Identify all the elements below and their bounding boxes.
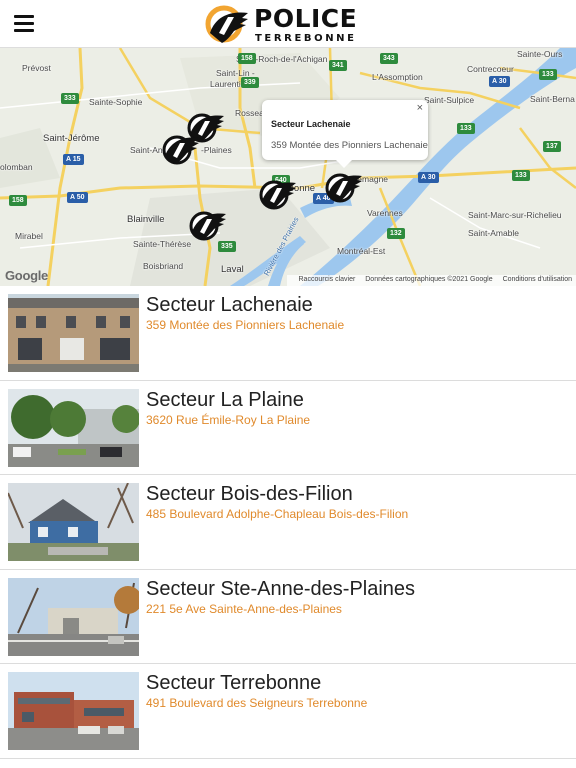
list-item[interactable]: Secteur La Plaine 3620 Rue Émile-Roy La … [0, 381, 576, 475]
google-logo[interactable]: Google [5, 268, 48, 283]
map-label: olomban [0, 162, 33, 172]
map-attribution: Raccourcis clavier Données cartographiqu… [286, 275, 576, 286]
logo-wordmark: POLICE [254, 4, 358, 33]
map-label: Contrecoeur [467, 64, 514, 74]
station-photo [8, 577, 139, 656]
hamburger-icon[interactable] [14, 15, 34, 33]
station-address: 359 Montée des Pionniers Lachenaie [146, 318, 345, 332]
map-label: Saint-Jérôme [43, 133, 100, 144]
map-label: Saint-Sulpice [424, 95, 475, 105]
list-item[interactable]: Secteur Ste-Anne-des-Plaines 221 5e Ave … [0, 570, 576, 664]
station-photo [8, 294, 139, 372]
route-shield: 137 [543, 141, 561, 152]
route-shield: 133 [539, 69, 557, 80]
station-photo [8, 672, 139, 750]
map-label: Boisbriand [143, 261, 184, 271]
close-icon[interactable]: × [417, 102, 423, 114]
route-shield: 333 [61, 93, 79, 104]
station-address: 491 Boulevard des Seigneurs Terrebonne [146, 696, 368, 710]
station-marker[interactable] [161, 130, 201, 166]
route-shield: 132 [387, 228, 405, 239]
terms-link[interactable]: Conditions d'utilisation [503, 276, 572, 283]
station-name: Secteur Ste-Anne-des-Plaines [146, 577, 416, 600]
map-label: L'Assomption [372, 72, 423, 82]
map-label: Sainte-Ours [517, 49, 563, 59]
map-view[interactable]: Prévost Saint-Lin - Laurentides L'Assomp… [0, 48, 576, 286]
route-shield: 341 [329, 60, 347, 71]
map-label: Sainte-Thérèse [133, 239, 192, 249]
logo-subtitle: TERREBONNE [255, 33, 357, 44]
route-shield: 133 [512, 170, 530, 181]
map-info-popup: × Secteur Lachenaie 359 Montée des Pionn… [262, 100, 428, 168]
route-shield: 158 [9, 195, 27, 206]
police-emblem-icon [205, 5, 248, 43]
map-label: Mirabel [15, 231, 43, 241]
route-shield: 335 [218, 241, 236, 252]
station-name: Secteur Bois-des-Filion [146, 483, 353, 505]
station-list: Secteur Lachenaie 359 Montée des Pionnie… [0, 286, 576, 759]
station-photo [8, 483, 139, 561]
station-address: 3620 Rue Émile-Roy La Plaine [146, 412, 311, 427]
station-name: Secteur Terrebonne [146, 672, 322, 694]
station-marker[interactable] [188, 206, 228, 242]
station-address: 221 5e Ave Sainte-Anne-des-Plaines [146, 601, 342, 616]
map-label: Sainte-Sophie [89, 97, 143, 107]
map-label: Blainville [127, 214, 165, 225]
map-label: -Plaines [201, 145, 232, 155]
route-shield: A 30 [418, 172, 439, 183]
route-shield: 133 [457, 123, 475, 134]
map-label: Montréal-Est [337, 246, 386, 256]
station-name: Secteur Lachenaie [146, 294, 313, 316]
list-item[interactable]: Secteur Bois-des-Filion 485 Boulevard Ad… [0, 475, 576, 570]
route-shield: 343 [380, 53, 398, 64]
map-label: Saint-Marc-sur-Richelieu [468, 210, 562, 220]
route-shield: 158 [238, 53, 256, 64]
list-item[interactable]: Secteur Terrebonne 491 Boulevard des Sei… [0, 664, 576, 759]
station-marker[interactable] [324, 168, 364, 204]
police-logo: POLICE TERREBONNE [204, 3, 374, 45]
map-label: Prévost [22, 63, 51, 73]
popup-title: Secteur Lachenaie [271, 119, 351, 129]
popup-address: 359 Montée des Pionniers Lachenaie [271, 140, 428, 151]
app-header: POLICE TERREBONNE [0, 0, 576, 48]
route-shield: 339 [241, 77, 259, 88]
route-shield: A 30 [489, 76, 510, 87]
station-name: Secteur La Plaine [146, 388, 304, 411]
route-shield: A 50 [67, 192, 88, 203]
list-item[interactable]: Secteur Lachenaie 359 Montée des Pionnie… [0, 286, 576, 381]
keyboard-shortcuts-link[interactable]: Raccourcis clavier [299, 276, 356, 283]
map-data-credit: Données cartographiques ©2021 Google [365, 276, 493, 283]
station-marker[interactable] [258, 175, 298, 211]
map-label: Laval [221, 264, 244, 275]
map-label: Varennes [367, 208, 403, 218]
station-photo [8, 388, 139, 467]
map-label: Saint-Amable [468, 228, 520, 238]
route-shield: A 15 [63, 154, 84, 165]
station-address: 485 Boulevard Adolphe-Chapleau Bois-des-… [146, 507, 409, 521]
map-label: Saint-Berna [530, 94, 575, 104]
